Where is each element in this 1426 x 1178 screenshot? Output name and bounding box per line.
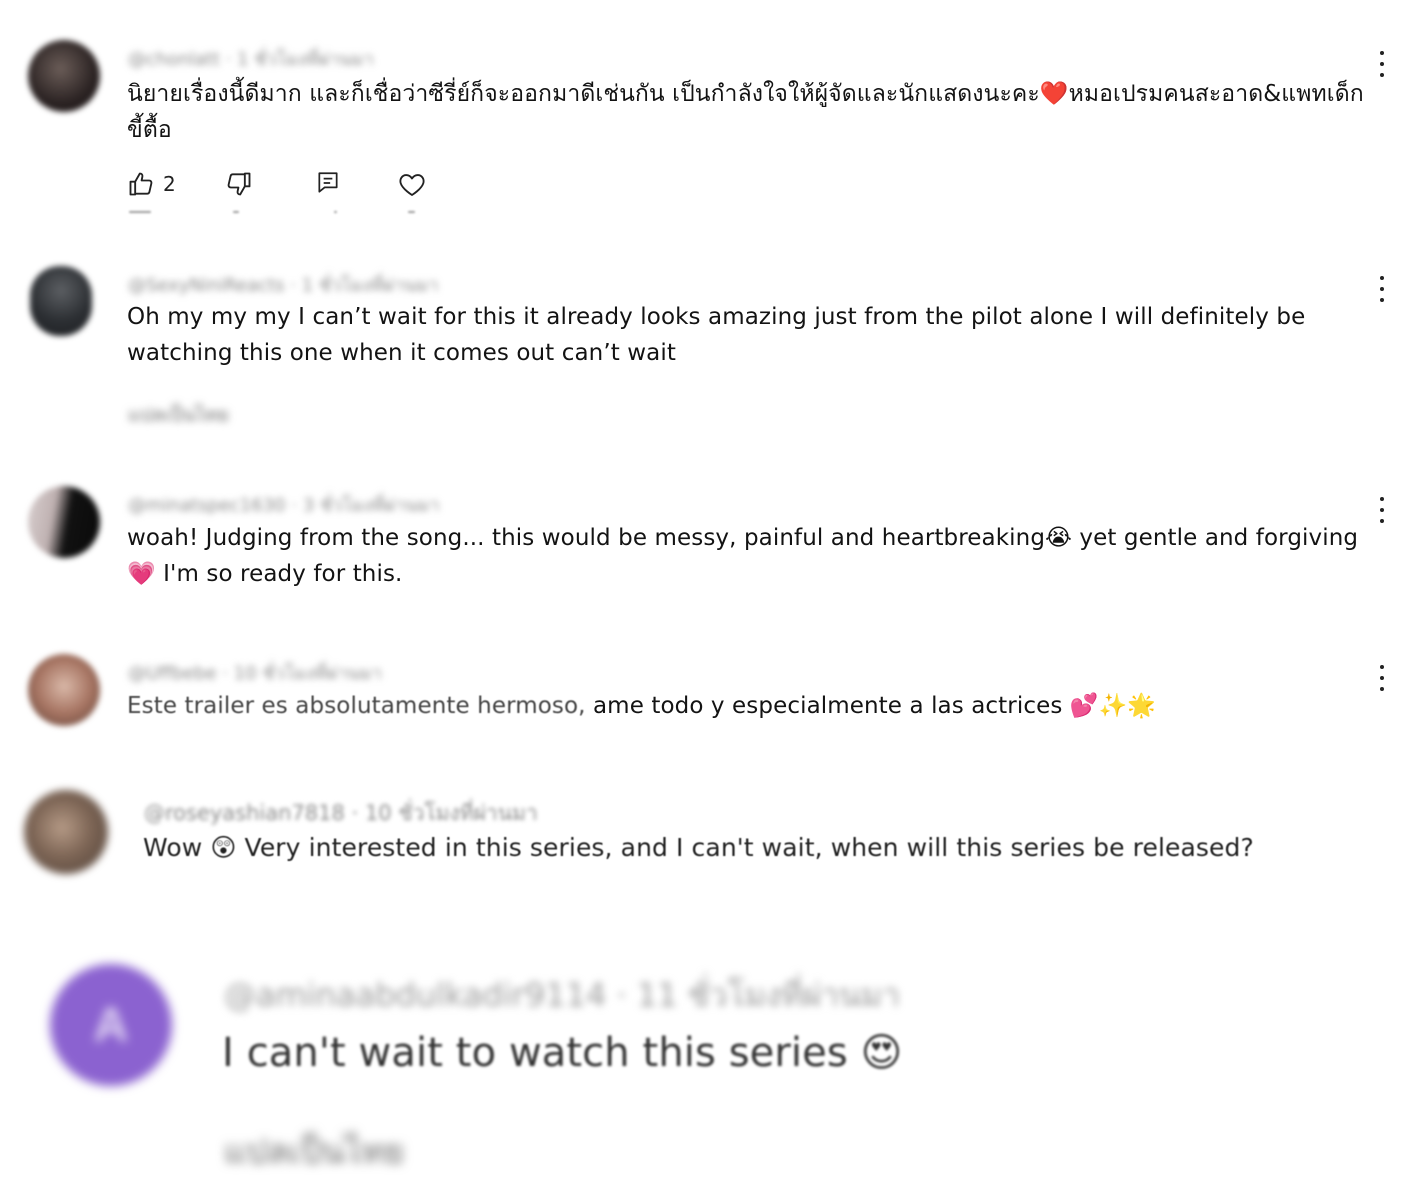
comment-text: Este trailer es absolutamente hermoso, a… [127,688,1367,724]
comment-time: 1 ชั่วโมงที่ผ่านมา [301,275,439,296]
more-vert-icon[interactable] [1379,497,1385,523]
comment-author[interactable]: @minatspec1630 [128,495,286,516]
avatar[interactable] [28,486,100,558]
avatar[interactable]: A [50,964,172,1086]
divider [334,211,337,213]
thumbs-down-icon [227,172,251,196]
comment-time: 3 ชั่วโมงที่ผ่านมา [302,495,440,516]
comment-text: Wow 😲 Very interested in this series, an… [143,833,1254,862]
reply-icon [318,172,338,193]
thumbs-up-icon [129,172,153,196]
more-vert-icon[interactable] [1379,665,1385,691]
comment-meta: @minatspec1630 · 3 ชั่วโมงที่ผ่านมา [128,495,440,516]
comment-time: 1 ชั่วโมงที่ผ่านมา [237,49,374,70]
avatar[interactable] [28,40,100,112]
avatar[interactable] [28,654,100,726]
like-button[interactable]: 2 [127,170,176,198]
comment-author[interactable]: @roseyashian7818 [144,801,345,825]
translate-link[interactable]: แปลเป็นไทย [224,1124,404,1178]
comment-meta: @SexyNiniReacts · 1 ชั่วโมงที่ผ่านมา [128,275,439,296]
comment-text-part: Este trailer es absolutamente hermoso, [127,693,586,719]
comment-text: นิยายเรื่องนี้ดีมาก และก็เชื่อว่าซีรี่ย์… [127,81,1364,143]
comment-meta: @Uffbebe · 10 ชั่วโมงที่ผ่านมา [128,663,382,684]
reply-button[interactable] [315,170,341,196]
comment-time: 10 ชั่วโมงที่ผ่านมา [233,663,382,684]
comment-time: 10 ชั่วโมงที่ผ่านมา [364,801,538,825]
comment-meta: @chonlatt · 1 ชั่วโมงที่ผ่านมา [128,49,374,70]
comment-author[interactable]: @chonlatt [128,49,220,70]
dislike-button[interactable] [225,170,253,198]
avatar[interactable] [30,266,92,336]
comment-author[interactable]: @aminaabdulkadir9114 [224,976,606,1014]
comment-text: woah! Judging from the song... this woul… [127,525,1359,587]
heart-button[interactable] [397,170,427,200]
avatar[interactable] [24,790,108,874]
comment-author[interactable]: @Uffbebe [128,663,217,684]
more-vert-icon[interactable] [1379,276,1385,302]
avatar-letter: A [93,998,129,1052]
divider [233,211,239,213]
comment-author[interactable]: @SexyNiniReacts [128,275,285,296]
comment-text: I can't wait to watch this series 😍 [222,1030,903,1076]
divider [408,211,415,213]
comment-time: 11 ชั่วโมงที่ผ่านมา [636,976,901,1014]
translate-link[interactable]: แปลเป็นไทย [128,400,229,430]
like-count: 2 [163,172,176,196]
comment-meta: @roseyashian7818 · 10 ชั่วโมงที่ผ่านมา [144,801,538,825]
more-vert-icon[interactable] [1379,51,1385,77]
comment-text-part: ame todo y especialmente a las actrices … [585,693,1157,719]
comment-meta: @aminaabdulkadir9114 · 11 ชั่วโมงที่ผ่าน… [224,976,901,1014]
comment-text: Oh my my my I can’t wait for this it alr… [127,304,1306,366]
divider [129,211,151,213]
heart-icon [399,174,425,196]
